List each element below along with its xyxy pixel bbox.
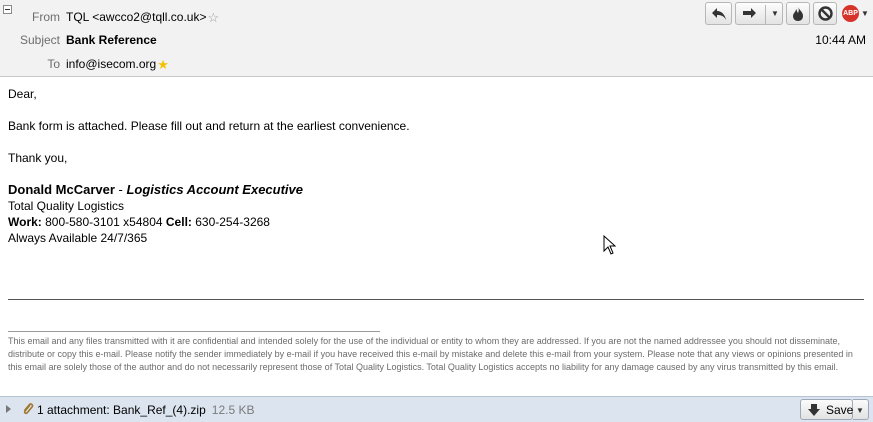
signature-name: Donald McCarver [8, 182, 115, 197]
signature-title: Logistics Account Executive [126, 182, 303, 197]
paperclip-icon [23, 403, 34, 415]
disclaimer-text: This email and any files transmitted wit… [8, 336, 853, 372]
signature-availability: Always Available 24/7/365 [8, 231, 148, 245]
mouse-cursor-icon [603, 235, 617, 255]
disclaimer-divider [8, 331, 380, 332]
cell-phone: 630-254-3268 [191, 215, 270, 229]
chevron-down-icon[interactable]: ▼ [771, 9, 779, 18]
save-chevron-down-icon: ▼ [856, 406, 864, 415]
attachment-name[interactable]: 1 attachment: Bank_Ref_(4).zip [37, 403, 206, 417]
work-label: Work: [8, 215, 42, 229]
to-field[interactable]: info@isecom.org★ [66, 57, 169, 73]
download-arrow-icon [808, 404, 820, 416]
signature-divider [8, 299, 864, 300]
message-text: Bank form is attached. Please fill out a… [8, 119, 410, 133]
attachment-size: 12.5 KB [211, 403, 255, 417]
collapse-header-button[interactable] [3, 5, 12, 14]
flame-icon [793, 6, 803, 21]
block-button[interactable] [813, 2, 837, 25]
block-icon [817, 6, 833, 21]
closing-text: Thank you, [8, 151, 68, 165]
to-label: To [47, 57, 60, 71]
expand-attachments-icon[interactable] [6, 405, 11, 413]
adblock-menu-chevron-icon[interactable]: ▼ [861, 9, 869, 18]
save-dropdown-button[interactable]: ▼ [853, 399, 869, 420]
save-button[interactable]: Save [800, 399, 853, 420]
cell-label: Cell: [165, 215, 192, 229]
forward-button[interactable]: ▼ [735, 2, 783, 25]
reply-icon [711, 7, 726, 20]
star-filled-icon[interactable]: ★ [157, 57, 169, 72]
attachment-bar: 1 attachment: Bank_Ref_(4).zip 12.5 KB Sa… [0, 396, 873, 422]
subject-value: Bank Reference [66, 33, 157, 47]
junk-button[interactable] [786, 2, 810, 25]
save-label: Save [826, 403, 854, 417]
from-field[interactable]: TQL <awcco2@tqll.co.uk>☆ [66, 10, 219, 26]
greeting-text: Dear, [8, 87, 37, 101]
attachment-summary[interactable]: 1 attachment: Bank_Ref_(4).zip 12.5 KB [37, 403, 254, 417]
from-address[interactable]: TQL <awcco2@tqll.co.uk> [66, 10, 206, 24]
message-header: From TQL <awcco2@tqll.co.uk>☆ Subject Ba… [0, 0, 873, 77]
message-time: 10:44 AM [815, 33, 866, 47]
signature-name-line: Donald McCarver - Logistics Account Exec… [8, 182, 303, 198]
forward-icon [743, 8, 756, 18]
to-address[interactable]: info@isecom.org [66, 57, 156, 71]
star-empty-icon[interactable]: ☆ [207, 10, 219, 25]
adblock-plus-icon[interactable]: ABP [842, 5, 859, 22]
signature-dash: - [114, 182, 127, 197]
signature-company: Total Quality Logistics [8, 199, 125, 213]
subject-label: Subject [19, 33, 60, 47]
work-phone: 800-580-3101 x54804 [41, 215, 166, 229]
signature-phone-line: Work: 800-580-3101 x54804 Cell: 630-254-… [8, 214, 270, 230]
reply-button[interactable] [705, 2, 732, 25]
from-label: From [32, 10, 60, 24]
